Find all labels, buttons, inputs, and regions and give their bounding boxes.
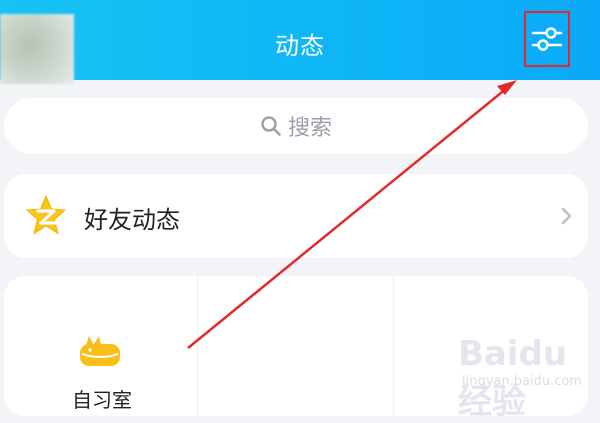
annotation-arrow [187, 80, 517, 349]
